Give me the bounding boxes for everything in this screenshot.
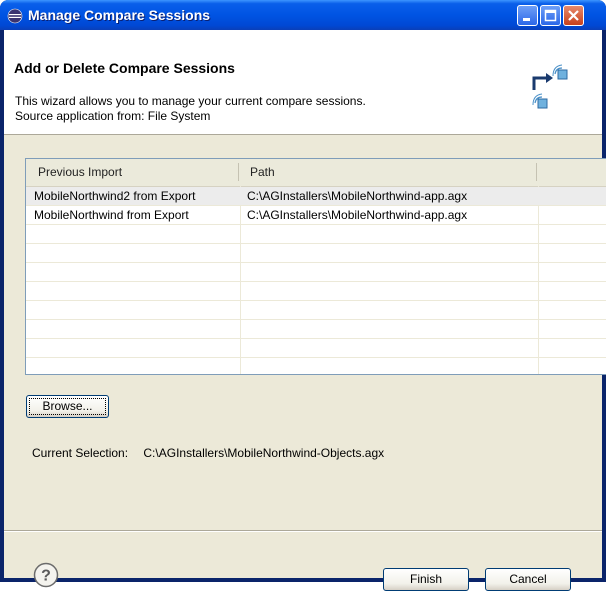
current-selection-value: C:\AGInstallers\MobileNorthwind-Objects.… xyxy=(143,446,385,460)
header-description: This wizard allows you to manage your cu… xyxy=(15,94,366,124)
table-row[interactable]: MobileNorthwind from Export C:\AGInstall… xyxy=(26,206,606,225)
maximize-button[interactable] xyxy=(540,5,561,26)
cell-previous-import: MobileNorthwind2 from Export xyxy=(34,189,196,203)
description-line-2: Source application from: File System xyxy=(15,109,211,123)
title-bar[interactable]: Manage Compare Sessions xyxy=(0,0,606,30)
browse-button[interactable]: Browse... xyxy=(26,395,109,418)
cell-previous-import: MobileNorthwind from Export xyxy=(34,208,189,222)
footer-separator xyxy=(4,530,602,532)
focus-rectangle xyxy=(29,398,106,415)
column-divider[interactable] xyxy=(536,163,537,181)
column-header-previous-import[interactable]: Previous Import xyxy=(38,165,122,179)
compare-sessions-banner-icon xyxy=(532,64,568,109)
table-row-empty xyxy=(26,301,606,320)
cell-path: C:\AGInstallers\MobileNorthwind-app.agx xyxy=(247,208,468,222)
table-row-empty xyxy=(26,358,606,374)
table-row-empty xyxy=(26,320,606,339)
table-row-empty xyxy=(26,282,606,301)
header-title: Add or Delete Compare Sessions xyxy=(14,60,235,76)
eclipse-icon xyxy=(7,8,23,24)
cancel-button-label: Cancel xyxy=(509,572,547,586)
table-row-empty xyxy=(26,263,606,282)
column-header-path[interactable]: Path xyxy=(250,165,275,179)
wizard-header: Add or Delete Compare Sessions This wiza… xyxy=(4,30,602,135)
help-icon[interactable]: ? xyxy=(33,562,59,588)
current-selection-label: Current Selection: xyxy=(32,446,129,460)
minimize-button[interactable] xyxy=(517,5,538,26)
table-row[interactable]: MobileNorthwind2 from Export C:\AGInstal… xyxy=(26,187,606,206)
compare-sessions-table[interactable]: Previous Import Path MobileNorthwind2 fr… xyxy=(25,158,606,375)
current-selection: Current Selection: C:\AGInstallers\Mobil… xyxy=(32,446,384,460)
column-divider[interactable] xyxy=(238,163,239,181)
table-row-empty xyxy=(26,244,606,263)
description-line-1: This wizard allows you to manage your cu… xyxy=(15,94,366,108)
cancel-button[interactable]: Cancel xyxy=(485,568,571,591)
table-row-empty xyxy=(26,339,606,358)
maximize-icon xyxy=(544,9,557,22)
close-icon xyxy=(568,10,579,21)
close-button[interactable] xyxy=(563,5,584,26)
finish-button[interactable]: Finish xyxy=(383,568,469,591)
cell-path: C:\AGInstallers\MobileNorthwind-app.agx xyxy=(247,189,468,203)
table-header: Previous Import Path xyxy=(26,159,606,187)
dialog-body: Add or Delete Compare Sessions This wiza… xyxy=(4,30,606,591)
window-title: Manage Compare Sessions xyxy=(28,7,211,23)
dialog-window: Manage Compare Sessions Add or Delete Co… xyxy=(0,0,606,591)
table-row-empty xyxy=(26,225,606,244)
finish-button-label: Finish xyxy=(409,572,442,586)
minimize-icon xyxy=(523,18,530,21)
